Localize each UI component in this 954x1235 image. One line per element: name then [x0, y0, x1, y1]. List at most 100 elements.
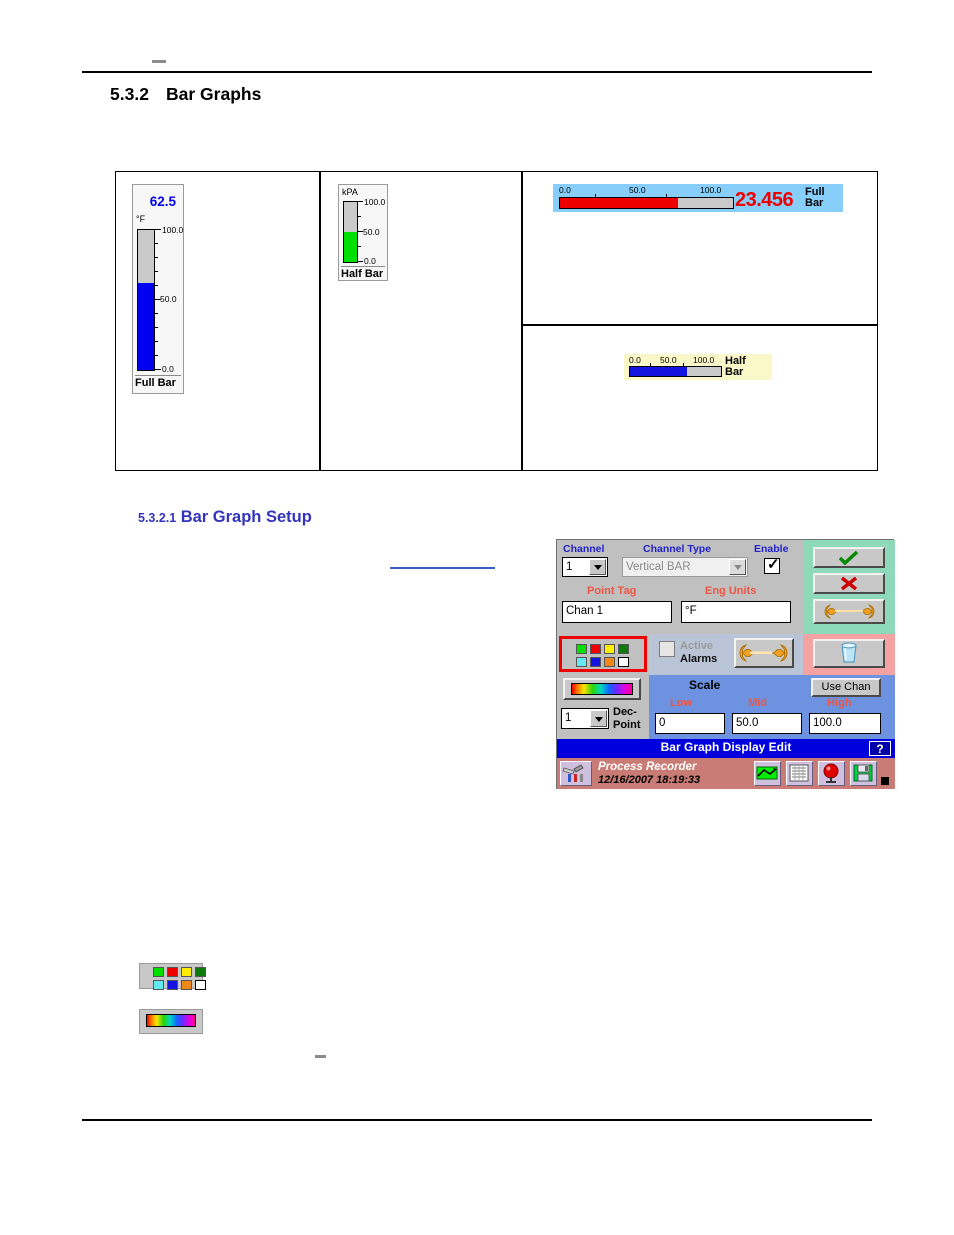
- data-list-button[interactable]: [786, 761, 813, 786]
- caption-rule: [135, 375, 181, 377]
- channel-dropdown-button[interactable]: [589, 559, 606, 575]
- chevron-down-icon: [593, 565, 602, 570]
- chevron-down-icon: [733, 565, 742, 570]
- gradient-color-icon-reference[interactable]: [139, 1009, 203, 1034]
- active-alarms-checkbox[interactable]: [659, 641, 675, 657]
- scale-low-input[interactable]: 0: [655, 713, 725, 734]
- active-alarms-label-line2: Alarms: [680, 653, 718, 665]
- tick-label-mid: 50.0: [660, 355, 677, 365]
- swatch-blue[interactable]: [590, 657, 601, 667]
- alarm-settings-wrench-button[interactable]: [734, 638, 794, 668]
- cancel-button[interactable]: [813, 573, 885, 594]
- gradient-color-button[interactable]: [563, 678, 641, 700]
- help-button[interactable]: ?: [869, 741, 891, 756]
- table-column-divider-1: [319, 172, 321, 470]
- table-column-divider-2: [521, 172, 523, 470]
- scale-mid-input[interactable]: 50.0: [732, 713, 802, 734]
- alarm-color-palette-icon-reference[interactable]: [139, 963, 206, 990]
- dec-point-select[interactable]: 1: [561, 708, 609, 729]
- footer-rule: [82, 1119, 872, 1121]
- swatch-cyan[interactable]: [576, 657, 587, 667]
- save-button[interactable]: [850, 761, 877, 786]
- alarm-bell-icon: [823, 763, 839, 783]
- header-rule: [82, 71, 872, 73]
- bar-caption: Full Bar: [135, 377, 176, 389]
- subsection-heading: 5.3.2.1 Bar Graph Setup: [138, 508, 312, 527]
- grid-list-icon: [789, 764, 809, 782]
- header-dash: [152, 60, 166, 63]
- bar-value: 62.5: [149, 194, 176, 209]
- alarm-button[interactable]: [818, 761, 845, 786]
- swatch-red[interactable]: [590, 644, 601, 654]
- accept-button[interactable]: [813, 547, 885, 568]
- bar-graph-examples-table: 62.5 °F 100.0 50.0 0.0 Full Bar kPA 100.…: [115, 171, 878, 471]
- status-timestamp: 12/16/2007 18:19:33: [598, 774, 701, 786]
- bar-track: [629, 366, 722, 377]
- swatch-orange: [181, 980, 192, 990]
- dialog-title: Bar Graph Display Edit: [660, 740, 792, 754]
- wrench-icon: [739, 644, 788, 662]
- swatch-green: [153, 967, 164, 977]
- floppy-save-icon: [853, 764, 873, 782]
- delete-panel: [803, 634, 895, 675]
- bar-graph-setup-dialog: Channel Channel Type Enable 1 Vertical B…: [556, 539, 895, 789]
- dec-point-label-line2: Point: [613, 719, 641, 731]
- gradient-decpoint-panel: 1 Dec- Point: [557, 675, 649, 739]
- bar-value: 23.456: [735, 189, 794, 211]
- use-chan-button[interactable]: Use Chan: [811, 678, 881, 697]
- dec-point-value: 1: [565, 712, 572, 724]
- channel-type-select: Vertical BAR: [622, 557, 748, 577]
- dialog-title-bar: Bar Graph Display Edit ?: [557, 739, 895, 758]
- bar-units: kPA: [342, 187, 358, 197]
- tick-label-high: 100.0: [700, 185, 722, 195]
- trend-view-button[interactable]: [754, 761, 781, 786]
- channel-select[interactable]: 1: [562, 557, 608, 577]
- action-panel: [803, 540, 895, 634]
- bar-caption: Half Bar: [341, 268, 384, 280]
- scale-low-label: Low: [670, 697, 692, 709]
- channel-type-label: Channel Type: [643, 543, 712, 555]
- swatch-white[interactable]: [618, 657, 629, 667]
- enable-label: Enable: [754, 543, 789, 555]
- point-tag-input[interactable]: Chan 1: [562, 601, 672, 623]
- swatch-yellow[interactable]: [604, 644, 615, 654]
- tick-label-bottom: 0.0: [162, 364, 174, 374]
- active-alarms-label-line1: Active: [680, 640, 714, 652]
- scale-mid-value: 50.0: [736, 717, 759, 729]
- scale-high-input[interactable]: 100.0: [809, 713, 881, 734]
- swatch-dark-green[interactable]: [618, 644, 629, 654]
- eng-units-input[interactable]: °F: [681, 601, 791, 623]
- bar-fill: [560, 198, 678, 208]
- rainbow-gradient-icon: [146, 1014, 196, 1027]
- bar-track: [137, 229, 155, 371]
- enable-checkbox[interactable]: ✓: [764, 556, 780, 574]
- swatch-green[interactable]: [576, 644, 587, 654]
- dec-point-dropdown-button[interactable]: [590, 710, 607, 727]
- horizontal-full-bar-widget: 0.0 50.0 100.0 23.456 Full Bar: [553, 184, 843, 212]
- swatch-yellow: [181, 967, 192, 977]
- help-label: ?: [876, 742, 884, 756]
- trash-icon: [841, 642, 857, 663]
- alarm-color-palette-button[interactable]: [559, 636, 647, 672]
- scale-label: Scale: [689, 678, 721, 692]
- tick-label-mid: 50.0: [363, 227, 380, 237]
- swatch-white: [195, 980, 206, 990]
- document-page: 5.3.2 Bar Graphs 62.5 °F 100.0 50.0 0.0 …: [0, 0, 954, 1235]
- configure-wrench-button[interactable]: [813, 599, 885, 624]
- tick-label-mid: 50.0: [629, 185, 646, 195]
- bar-fill: [138, 282, 154, 370]
- tools-button[interactable]: [560, 761, 592, 786]
- vertical-half-bar-widget: kPA 100.0 50.0 0.0 Half Bar: [338, 184, 388, 281]
- horizontal-half-bar-widget: 0.0 50.0 100.0 Half Bar: [624, 354, 772, 380]
- caption-rule: [341, 266, 385, 268]
- tick-label-top: 100.0: [364, 197, 386, 207]
- bar-track: [343, 201, 358, 263]
- bar-track: [559, 197, 734, 209]
- tick-label-high: 100.0: [693, 355, 715, 365]
- status-indicator-dot: [881, 777, 889, 785]
- rainbow-gradient-icon: [571, 683, 633, 695]
- check-icon: ✓: [767, 556, 780, 573]
- delete-button[interactable]: [813, 639, 885, 668]
- color-swatch-grid: [576, 644, 629, 667]
- swatch-orange[interactable]: [604, 657, 615, 667]
